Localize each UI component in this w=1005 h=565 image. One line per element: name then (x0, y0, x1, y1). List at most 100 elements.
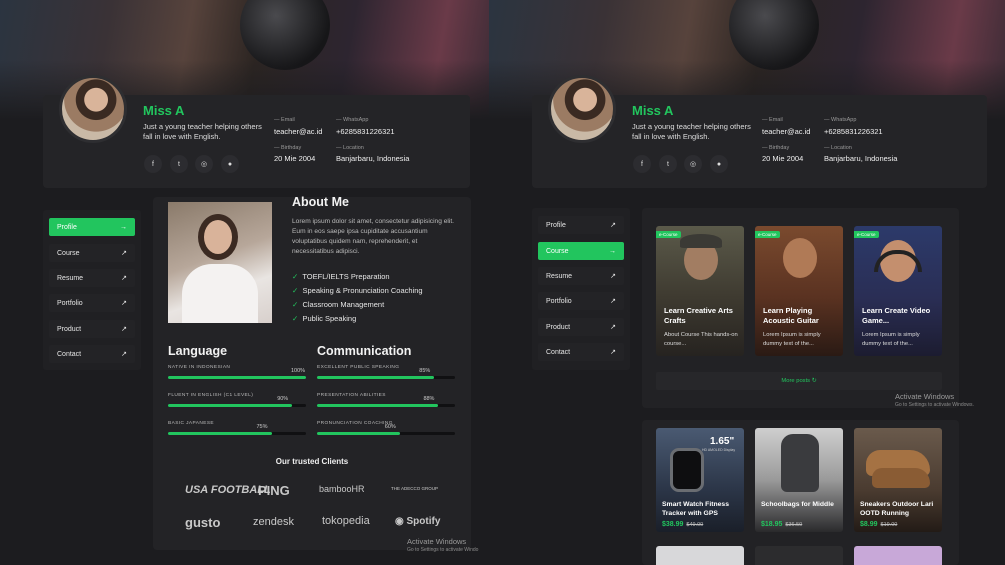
profile-name: Miss A (632, 103, 674, 118)
skill-percent: 85% (419, 368, 431, 374)
skill-progress-track (317, 432, 455, 435)
skill-label: NATIVE IN INDONESIAN (168, 365, 231, 370)
checklist-item: ✓ Public Speaking (292, 314, 357, 323)
menu-label: Profile (57, 223, 77, 231)
menu-label: Contact (57, 350, 82, 358)
skill-progress-fill (168, 404, 293, 407)
twitter-icon[interactable]: t (170, 155, 188, 173)
menu-item-profile[interactable]: Profile ↗ (538, 216, 624, 234)
arrow-right-icon: → (609, 247, 616, 255)
whatsapp-value: +6285831226321 (336, 127, 395, 136)
skill-percent: 88% (423, 396, 435, 402)
menu-item-product[interactable]: Product ↗ (49, 320, 135, 338)
menu-label: Product (546, 323, 571, 331)
skill-label: PRESENTATION ABILITIES (317, 393, 386, 398)
communication-title: Communication (317, 344, 412, 358)
check-icon: ✓ (292, 300, 299, 309)
watch-display-caption: HD AMOLED Display (702, 448, 736, 452)
course-title: Learn Creative Arts Crafts (664, 306, 733, 325)
arrow-up-right-icon: ↗ (121, 351, 127, 358)
email-value: teacher@ac.id (274, 127, 323, 136)
product-card[interactable]: Schoolbags for Middle $18.95 $36.50 (755, 428, 843, 532)
arrow-up-right-icon: ↗ (121, 300, 127, 307)
products-panel: 1.65" HD AMOLED Display Smart Watch Fitn… (642, 420, 959, 565)
refresh-icon: ↻ (811, 378, 817, 384)
instagram-icon[interactable]: ◎ (684, 155, 702, 173)
course-badge: e-Course (656, 231, 681, 238)
sidebar-menu: Profile → Course ↗ Resume ↗ Portfolio ↗ Prod… (43, 210, 141, 370)
menu-item-portfolio[interactable]: Portfolio ↗ (49, 294, 135, 312)
menu-item-course[interactable]: Course ↗ (49, 244, 135, 262)
watch-display-size: 1.65" (710, 436, 735, 447)
arrow-up-right-icon: ↗ (121, 250, 127, 257)
product-card[interactable] (656, 546, 744, 565)
check-icon: ✓ (292, 286, 299, 295)
course-badge: e-Course (755, 231, 780, 238)
location-label: — Location (824, 145, 852, 151)
course-badge: e-Course (854, 231, 879, 238)
product-card[interactable]: 1.65" HD AMOLED Display Smart Watch Fitn… (656, 428, 744, 532)
menu-item-product[interactable]: Product ↗ (538, 318, 624, 336)
course-page-panel: Miss A Just a young teacher helping othe… (489, 0, 1005, 565)
course-card[interactable]: e-Course Learn Create Video Game... Lore… (854, 226, 942, 356)
menu-item-profile[interactable]: Profile → (49, 218, 135, 236)
course-desc: About Course This hands-on course... (664, 332, 738, 347)
github-icon[interactable]: ● (221, 155, 239, 173)
email-label: — Email (274, 117, 295, 123)
skill-progress-fill (317, 404, 439, 407)
client-logo-zendesk: zendesk (253, 516, 294, 528)
profile-bio: Just a young teacher helping others fall… (632, 122, 751, 141)
product-old-price: $19.00 (880, 522, 898, 528)
language-title: Language (168, 344, 228, 358)
menu-item-course[interactable]: Course → (538, 242, 624, 260)
course-title: Learn Create Video Game... (862, 306, 931, 325)
location-value: Banjarbaru, Indonesia (336, 154, 410, 163)
whatsapp-value: +6285831226321 (824, 127, 883, 136)
course-card[interactable]: e-Course Learn Creative Arts Crafts Abou… (656, 226, 744, 356)
skill-progress-fill (168, 432, 272, 435)
activate-windows-subtitle: Go to Settings to activate Windo (407, 547, 479, 553)
skill-progress-track (168, 432, 306, 435)
menu-item-contact[interactable]: Contact ↗ (538, 343, 624, 361)
location-value: Banjarbaru, Indonesia (824, 154, 898, 163)
course-card[interactable]: e-Course Learn Playing Acoustic Guitar L… (755, 226, 843, 356)
menu-label: Resume (57, 274, 84, 282)
birthday-value: 20 Mie 2004 (762, 154, 804, 163)
email-value: teacher@ac.id (762, 127, 811, 136)
facebook-icon[interactable]: f (633, 155, 651, 173)
menu-item-resume[interactable]: Resume ↗ (49, 269, 135, 287)
menu-label: Profile (546, 221, 566, 229)
client-logo-ping: PING (258, 483, 290, 498)
birthday-value: 20 Mie 2004 (274, 154, 316, 163)
menu-item-resume[interactable]: Resume ↗ (538, 267, 624, 285)
menu-label: Course (57, 249, 80, 257)
github-icon[interactable]: ● (710, 155, 728, 173)
arrow-up-right-icon: ↗ (610, 222, 616, 229)
product-price: $8.99 $19.00 (860, 521, 898, 528)
skill-progress-track (168, 404, 306, 407)
product-card[interactable] (854, 546, 942, 565)
facebook-icon[interactable]: f (144, 155, 162, 173)
product-card[interactable]: Sneakers Outdoor Lari OOTD Running $8.99… (854, 428, 942, 532)
arrow-up-right-icon: ↗ (610, 349, 616, 356)
birthday-label: — Birthday (274, 145, 302, 151)
client-logo-gusto: gusto (185, 515, 221, 530)
product-title: Schoolbags for Middle (761, 501, 834, 508)
menu-item-portfolio[interactable]: Portfolio ↗ (538, 292, 624, 310)
microphone-image (729, 0, 819, 70)
menu-item-contact[interactable]: Contact ↗ (49, 345, 135, 363)
location-label: — Location (336, 145, 364, 151)
product-old-price: $36.50 (785, 522, 803, 528)
product-title: Sneakers Outdoor Lari OOTD Running (860, 501, 934, 517)
more-posts-button[interactable]: More posts ↻ (656, 372, 942, 390)
skill-percent: 75% (256, 424, 268, 430)
instagram-icon[interactable]: ◎ (195, 155, 213, 173)
product-card[interactable] (755, 546, 843, 565)
teacher-photo (168, 202, 272, 323)
twitter-icon[interactable]: t (659, 155, 677, 173)
profile-page-panel: Miss A Just a young teacher helping othe… (0, 0, 489, 565)
product-price: $38.99 $49.00 (662, 521, 704, 528)
skill-progress-track (317, 404, 455, 407)
activate-windows-subtitle: Go to Settings to activate Windows. (895, 402, 974, 408)
skill-progress-track (168, 376, 306, 379)
